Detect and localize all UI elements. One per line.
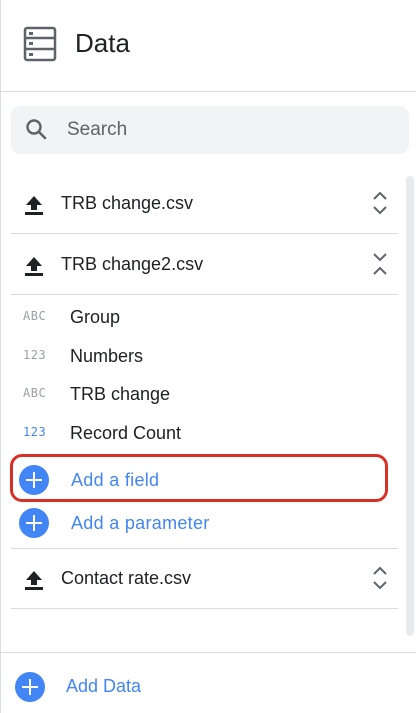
add-data-button[interactable]: Add Data bbox=[1, 652, 416, 713]
dataset-row-trb-change2[interactable]: TRB change2.csv bbox=[11, 235, 398, 295]
text-type-icon: ABC bbox=[23, 386, 47, 400]
data-panel: Data Search TRB change.csv TRB change2.c… bbox=[0, 0, 416, 713]
search-input[interactable]: Search bbox=[11, 106, 409, 154]
field-name: Group bbox=[70, 307, 121, 327]
field-name: TRB change bbox=[70, 384, 171, 404]
collapse-icon[interactable] bbox=[370, 251, 390, 277]
add-field-label: Add a field bbox=[71, 470, 160, 490]
panel-title: Data bbox=[75, 28, 130, 58]
add-data-label: Add Data bbox=[66, 676, 142, 696]
database-icon bbox=[23, 26, 57, 62]
upload-icon bbox=[25, 196, 43, 215]
upload-icon bbox=[25, 257, 43, 276]
metric-type-icon: 123 bbox=[23, 425, 47, 439]
field-name: Record Count bbox=[70, 423, 182, 443]
dataset-label: Contact rate.csv bbox=[61, 568, 192, 588]
field-name: Numbers bbox=[70, 346, 144, 366]
search-icon bbox=[26, 119, 47, 140]
search-placeholder: Search bbox=[67, 119, 128, 140]
dataset-row-trb-change[interactable]: TRB change.csv bbox=[11, 174, 398, 234]
add-icon bbox=[15, 672, 45, 702]
dataset-label: TRB change2.csv bbox=[61, 254, 204, 274]
add-icon bbox=[19, 508, 49, 538]
scrollbar[interactable] bbox=[406, 176, 414, 636]
expand-icon[interactable] bbox=[370, 190, 390, 216]
dataset-row-contact-rate[interactable]: Contact rate.csv bbox=[11, 549, 398, 609]
dataset-label: TRB change.csv bbox=[61, 193, 194, 213]
add-field-button[interactable]: Add a field bbox=[19, 463, 379, 497]
upload-icon bbox=[25, 571, 43, 590]
expand-icon[interactable] bbox=[370, 565, 390, 591]
panel-header: Data bbox=[1, 0, 416, 92]
text-type-icon: ABC bbox=[23, 309, 47, 323]
add-parameter-button[interactable]: Add a parameter bbox=[19, 506, 379, 540]
number-type-icon: 123 bbox=[23, 348, 47, 362]
add-icon bbox=[19, 465, 49, 495]
add-parameter-label: Add a parameter bbox=[71, 513, 210, 533]
